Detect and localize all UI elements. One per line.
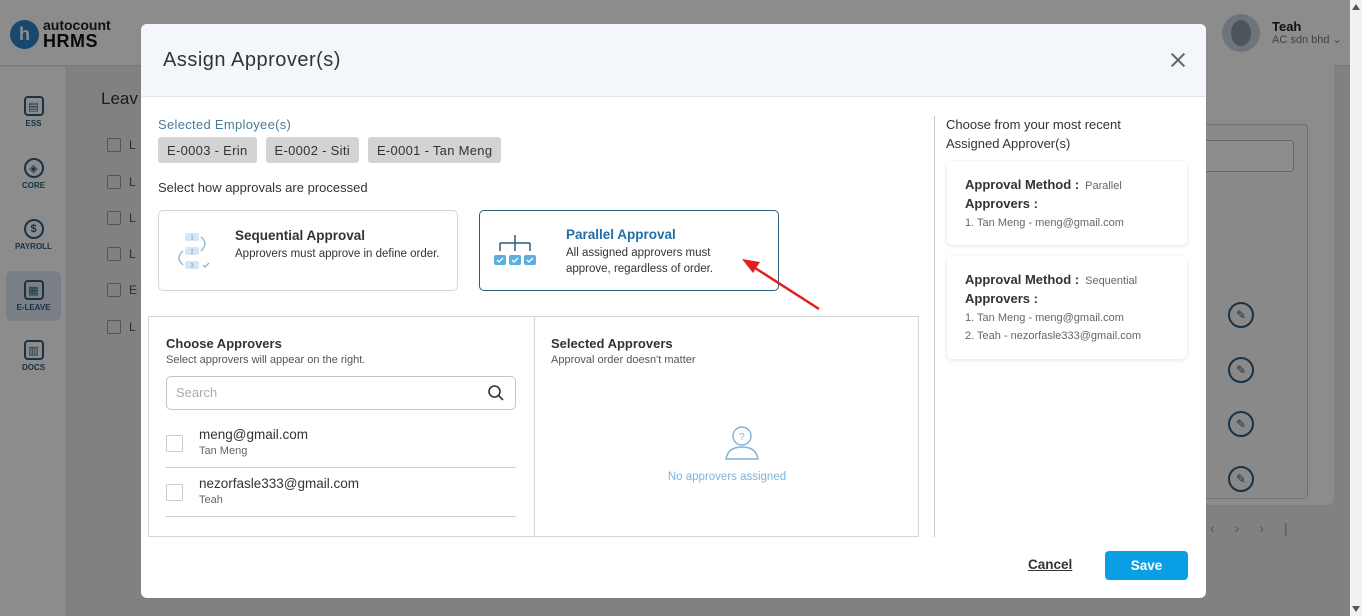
assign-approvers-modal: Assign Approver(s) Selected Employee(s) … xyxy=(141,24,1206,598)
scroll-down-icon[interactable] xyxy=(1352,606,1360,612)
recent-approver-entry: 2. Teah - nezorfasle333@gmail.com xyxy=(965,330,1142,342)
process-label: Select how approvals are processed xyxy=(158,180,368,195)
choose-approvers-title: Choose Approvers xyxy=(166,336,282,351)
close-icon[interactable] xyxy=(1169,51,1187,69)
recent-approver-entry: 1. Tan Meng - meng@gmail.com xyxy=(965,312,1124,324)
approvers-label: Approvers : xyxy=(965,196,1038,211)
parallel-approval-option[interactable]: Parallel Approval All assigned approvers… xyxy=(479,210,779,291)
choose-approvers-subtitle: Select approvers will appear on the righ… xyxy=(166,354,366,366)
svg-text:?: ? xyxy=(739,432,745,443)
recent-approver-entry: 1. Tan Meng - meng@gmail.com xyxy=(965,217,1124,229)
recent-approver-card[interactable]: Approval Method : Parallel Approvers : 1.… xyxy=(947,161,1187,245)
approval-method-line: Approval Method : Sequential xyxy=(965,272,1138,287)
page-scrollbar[interactable] xyxy=(1350,0,1362,616)
approver-email: meng@gmail.com xyxy=(199,427,308,442)
sequential-flow-icon: 1 2 3 xyxy=(178,233,210,270)
employee-chip: E-0002 - Siti xyxy=(265,137,359,163)
search-input[interactable] xyxy=(176,385,476,400)
approvers-panel: Choose Approvers Select approvers will a… xyxy=(148,316,919,537)
panel-divider xyxy=(534,317,535,536)
approver-search[interactable] xyxy=(166,376,516,410)
parallel-approval-description: All assigned approvers must approve, reg… xyxy=(566,247,714,276)
employee-chip: E-0003 - Erin xyxy=(158,137,257,163)
selected-employee-chips: E-0003 - Erin E-0002 - Siti E-0001 - Tan… xyxy=(158,137,502,163)
sequential-approval-title: Sequential Approval xyxy=(235,228,366,243)
recent-divider xyxy=(934,116,935,537)
parallel-flow-icon xyxy=(494,235,536,265)
approval-method-value: Parallel xyxy=(1085,180,1122,192)
search-icon[interactable] xyxy=(487,384,505,402)
employee-chip: E-0001 - Tan Meng xyxy=(367,137,502,163)
sequential-approval-description: Approvers must approve in define order. xyxy=(235,248,440,260)
recent-approver-card[interactable]: Approval Method : Sequential Approvers : … xyxy=(947,256,1187,359)
parallel-approval-title: Parallel Approval xyxy=(566,227,676,242)
approver-list-item[interactable]: nezorfasle333@gmail.com Teah xyxy=(166,468,516,517)
modal-header: Assign Approver(s) xyxy=(141,24,1206,97)
save-button[interactable]: Save xyxy=(1105,551,1188,580)
approver-name: Teah xyxy=(199,494,223,506)
selected-employees-label: Selected Employee(s) xyxy=(158,117,292,132)
user-question-icon: ? xyxy=(725,426,759,460)
selected-approvers-subtitle: Approval order doesn't matter xyxy=(551,354,696,366)
recent-approvers-title: Choose from your most recent Assigned Ap… xyxy=(946,117,1121,151)
sequential-approval-option[interactable]: 1 2 3 Sequential Approval Approvers must… xyxy=(158,210,458,291)
approver-checkbox[interactable] xyxy=(166,484,183,501)
empty-approvers-text: No approvers assigned xyxy=(667,471,787,483)
selected-approvers-title: Selected Approvers xyxy=(551,336,673,351)
scroll-up-icon[interactable] xyxy=(1352,4,1360,10)
approver-checkbox[interactable] xyxy=(166,435,183,452)
approver-name: Tan Meng xyxy=(199,445,248,457)
modal-title: Assign Approver(s) xyxy=(163,49,341,71)
approval-method-value: Sequential xyxy=(1085,275,1138,287)
approval-method-line: Approval Method : Parallel xyxy=(965,177,1122,192)
approvers-label: Approvers : xyxy=(965,291,1038,306)
cancel-button[interactable]: Cancel xyxy=(1028,557,1072,572)
approver-list-item[interactable]: meng@gmail.com Tan Meng xyxy=(166,419,516,468)
approver-email: nezorfasle333@gmail.com xyxy=(199,476,360,491)
